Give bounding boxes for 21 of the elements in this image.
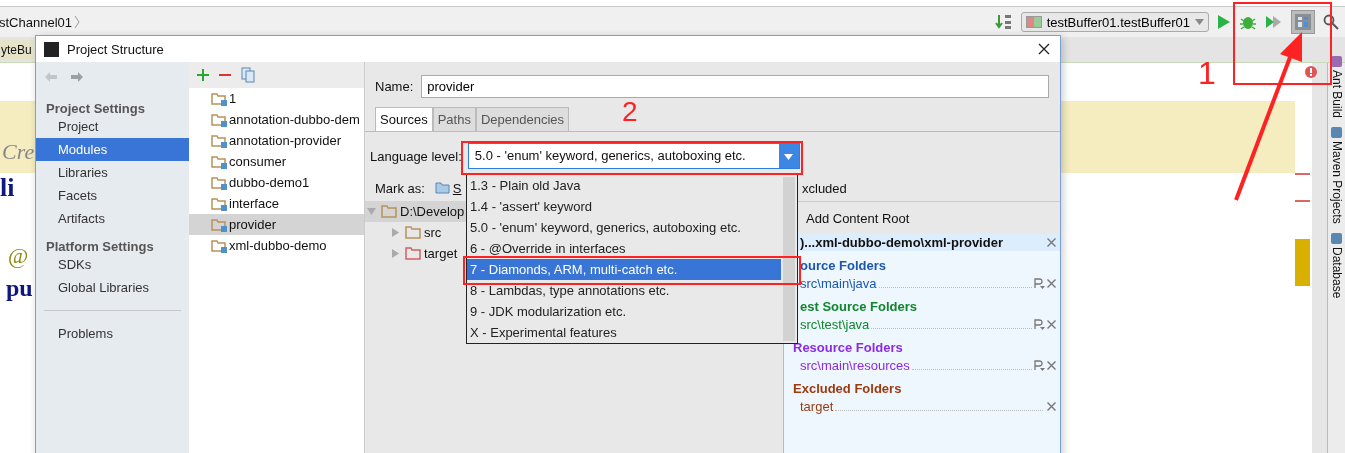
section-heading: Project Settings	[45, 100, 146, 115]
code-text: li	[0, 173, 16, 203]
content-root-path: )...xml-dubbo-demo\xml-provider	[800, 235, 1004, 250]
folder-group-heading: est Source Folders	[799, 299, 919, 315]
mark-as-label: Mark as:	[375, 180, 425, 196]
name-label: Name:	[375, 79, 414, 94]
annotation-number: 1	[1198, 57, 1216, 89]
language-level-label: Language level:	[370, 148, 462, 164]
folder-path: src\main\resources	[800, 357, 910, 373]
annotation-number: 2	[622, 98, 638, 126]
section-heading: Platform Settings	[45, 238, 155, 253]
folder-path: src\main\java	[800, 275, 877, 291]
folder-group-heading: Excluded Folders	[793, 381, 903, 397]
folder-group-heading: Resource Folders	[793, 340, 904, 356]
folder-group-heading: ource Folders	[799, 258, 887, 274]
code-text: Cre	[1, 139, 35, 166]
code-text: pu	[5, 275, 34, 302]
folder-path: src\test\java	[800, 316, 870, 332]
folder-path: target	[800, 398, 834, 414]
window-title: Project Structure	[67, 41, 165, 57]
code-text: @	[7, 243, 34, 269]
